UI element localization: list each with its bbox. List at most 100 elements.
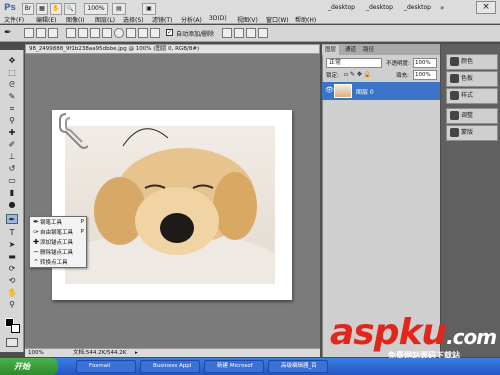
blend-mode-select[interactable]: 正常 <box>326 58 382 68</box>
bridge-icon[interactable]: Br <box>22 3 34 15</box>
taskbar-item-editor[interactable]: 高级编辑器_百 <box>268 360 328 373</box>
quick-select-tool-icon[interactable]: ✎ <box>6 92 18 102</box>
status-menu-arrow-icon[interactable]: ▸ <box>135 349 138 357</box>
start-button[interactable]: 开始 <box>0 358 58 375</box>
pen-option-icon[interactable] <box>66 28 76 38</box>
lock-icons[interactable]: ▫ ✎ ✥ 🔒 <box>344 71 371 78</box>
paperclip-icon <box>59 113 88 149</box>
lasso-tool-icon[interactable]: ᘓ <box>6 80 18 90</box>
fill-input[interactable]: 100% <box>413 70 437 80</box>
dock-masks[interactable]: 蒙版 <box>446 125 498 141</box>
menu-file[interactable]: 文件(F) <box>4 15 24 24</box>
brush-tool-icon[interactable]: ✐ <box>6 140 18 150</box>
document-tab[interactable]: 98_2499888_9f1b238aa95dbbe.jpg @ 100% (图… <box>25 44 320 54</box>
taskbar-item-foxmail[interactable]: Foxmail <box>76 360 136 373</box>
opacity-input[interactable]: 100% <box>413 58 437 68</box>
path-selection-tool-icon[interactable]: ➤ <box>6 240 18 250</box>
menu-3d[interactable]: 3D(D) <box>209 15 227 22</box>
status-zoom[interactable]: 100% <box>28 349 44 357</box>
ellipse-icon[interactable] <box>114 28 124 38</box>
menu-image[interactable]: 图像(I) <box>66 15 84 24</box>
healing-brush-tool-icon[interactable]: ✚ <box>6 128 18 138</box>
3d-rotate-tool-icon[interactable]: ⟳ <box>6 264 18 274</box>
dock-color[interactable]: 颜色 <box>446 54 498 70</box>
background-color-swatch[interactable] <box>11 324 20 333</box>
layer-name[interactable]: 图层 0 <box>356 87 374 96</box>
freeform-pen-option-icon[interactable] <box>78 28 88 38</box>
clone-stamp-tool-icon[interactable]: ⊥ <box>6 152 18 162</box>
dock-adjustments[interactable]: 调整 <box>446 108 498 124</box>
path-exclude-icon[interactable] <box>258 28 268 38</box>
menu-help[interactable]: 帮助(H) <box>295 15 316 24</box>
convert-point-tool-option[interactable]: ⌃转换点工具 <box>32 257 86 267</box>
zoom-tool-icon[interactable]: ⚲ <box>6 300 18 310</box>
menu-edit[interactable]: 编辑(E) <box>36 15 56 24</box>
history-brush-tool-icon[interactable]: ↺ <box>6 164 18 174</box>
dock-styles[interactable]: 样式 <box>446 88 498 104</box>
grid-icon[interactable]: ▤ <box>112 3 126 15</box>
puppy-photo[interactable] <box>50 126 290 321</box>
workspace-button-3[interactable]: _desktop <box>404 4 431 11</box>
lock-label: 锁定: <box>326 73 339 79</box>
move-tool-icon[interactable]: ✥ <box>6 56 18 66</box>
path-subtract-icon[interactable] <box>234 28 244 38</box>
menu-select[interactable]: 选择(S) <box>123 15 144 24</box>
custom-shape-icon[interactable] <box>150 28 160 38</box>
dock-swatches[interactable]: 色板 <box>446 71 498 87</box>
freeform-pen-tool-option[interactable]: ✑自由钢笔工具 P <box>32 227 86 237</box>
polygon-icon[interactable] <box>126 28 136 38</box>
tab-paths[interactable]: 路径 <box>360 45 377 55</box>
workspace-button-1[interactable]: _desktop <box>328 4 355 11</box>
menu-analysis[interactable]: 分析(A) <box>181 15 202 24</box>
paths-icon[interactable] <box>36 28 46 38</box>
eraser-tool-icon[interactable]: ▭ <box>6 176 18 186</box>
hand-icon[interactable]: ✋ <box>50 3 62 15</box>
path-intersect-icon[interactable] <box>246 28 256 38</box>
delete-anchor-tool-option[interactable]: −删除锚点工具 <box>32 247 86 257</box>
menu-window[interactable]: 窗口(W) <box>266 15 289 24</box>
workspace-button-2[interactable]: _desktop <box>366 4 393 11</box>
taskbar-item-business[interactable]: Business Appl <box>140 360 200 373</box>
dodge-tool-icon[interactable]: ● <box>6 200 18 210</box>
visibility-eye-icon[interactable]: 👁 <box>325 86 334 94</box>
pen-tool-preset-icon[interactable]: ✒ <box>4 28 12 38</box>
puppy-illustration <box>50 128 290 321</box>
auto-add-delete-label: 自动添加/删除 <box>176 31 215 38</box>
path-add-icon[interactable] <box>222 28 232 38</box>
add-anchor-tool-label: 添加锚点工具 <box>40 240 74 246</box>
menu-view[interactable]: 视图(V) <box>237 15 258 24</box>
quick-mask-icon[interactable] <box>6 338 18 347</box>
type-tool-icon[interactable]: T <box>6 228 18 238</box>
add-anchor-tool-option[interactable]: ✚添加锚点工具 <box>32 237 86 247</box>
arrange-documents-icon[interactable]: ▣ <box>142 3 156 15</box>
rounded-rectangle-icon[interactable] <box>102 28 112 38</box>
workspace-menu-icon[interactable]: » <box>440 4 444 12</box>
menu-layer[interactable]: 图层(L) <box>95 15 115 24</box>
rectangle-icon[interactable] <box>90 28 100 38</box>
shape-layers-icon[interactable] <box>24 28 34 38</box>
pen-tool-icon[interactable]: ✒ <box>6 214 18 224</box>
mini-bridge-icon[interactable]: ▦ <box>36 3 48 15</box>
pen-tool-option[interactable]: ✒钢笔工具 P <box>32 217 86 227</box>
hand-tool-icon[interactable]: ✋ <box>6 288 18 298</box>
auto-add-delete-checkbox[interactable]: ✓ <box>166 29 173 36</box>
tab-channels[interactable]: 通道 <box>342 45 359 55</box>
zoom-icon[interactable]: 🔍 <box>64 3 76 15</box>
line-icon[interactable] <box>138 28 148 38</box>
convert-point-icon: ⌃ <box>33 258 39 266</box>
eyedropper-tool-icon[interactable]: ⚲ <box>6 116 18 126</box>
photoshop-logo: Ps <box>4 3 16 13</box>
fill-label: 填充: <box>396 73 409 79</box>
fill-pixels-icon[interactable] <box>48 28 58 38</box>
crop-tool-icon[interactable]: ⌗ <box>6 104 18 114</box>
shape-tool-icon[interactable]: ▬ <box>6 252 18 262</box>
taskbar-item-microsoft[interactable]: 新建 Microsof <box>204 360 264 373</box>
tab-layers[interactable]: 图层 <box>322 45 340 55</box>
delete-anchor-icon: − <box>33 248 39 256</box>
marquee-tool-icon[interactable]: ⬚ <box>6 68 18 78</box>
menu-filter[interactable]: 滤镜(T) <box>152 15 172 24</box>
zoom-level-select[interactable]: 100% <box>84 3 108 15</box>
gradient-tool-icon[interactable]: ▮ <box>6 188 18 198</box>
3d-camera-tool-icon[interactable]: ⟲ <box>6 276 18 286</box>
close-button[interactable]: × <box>476 1 496 14</box>
